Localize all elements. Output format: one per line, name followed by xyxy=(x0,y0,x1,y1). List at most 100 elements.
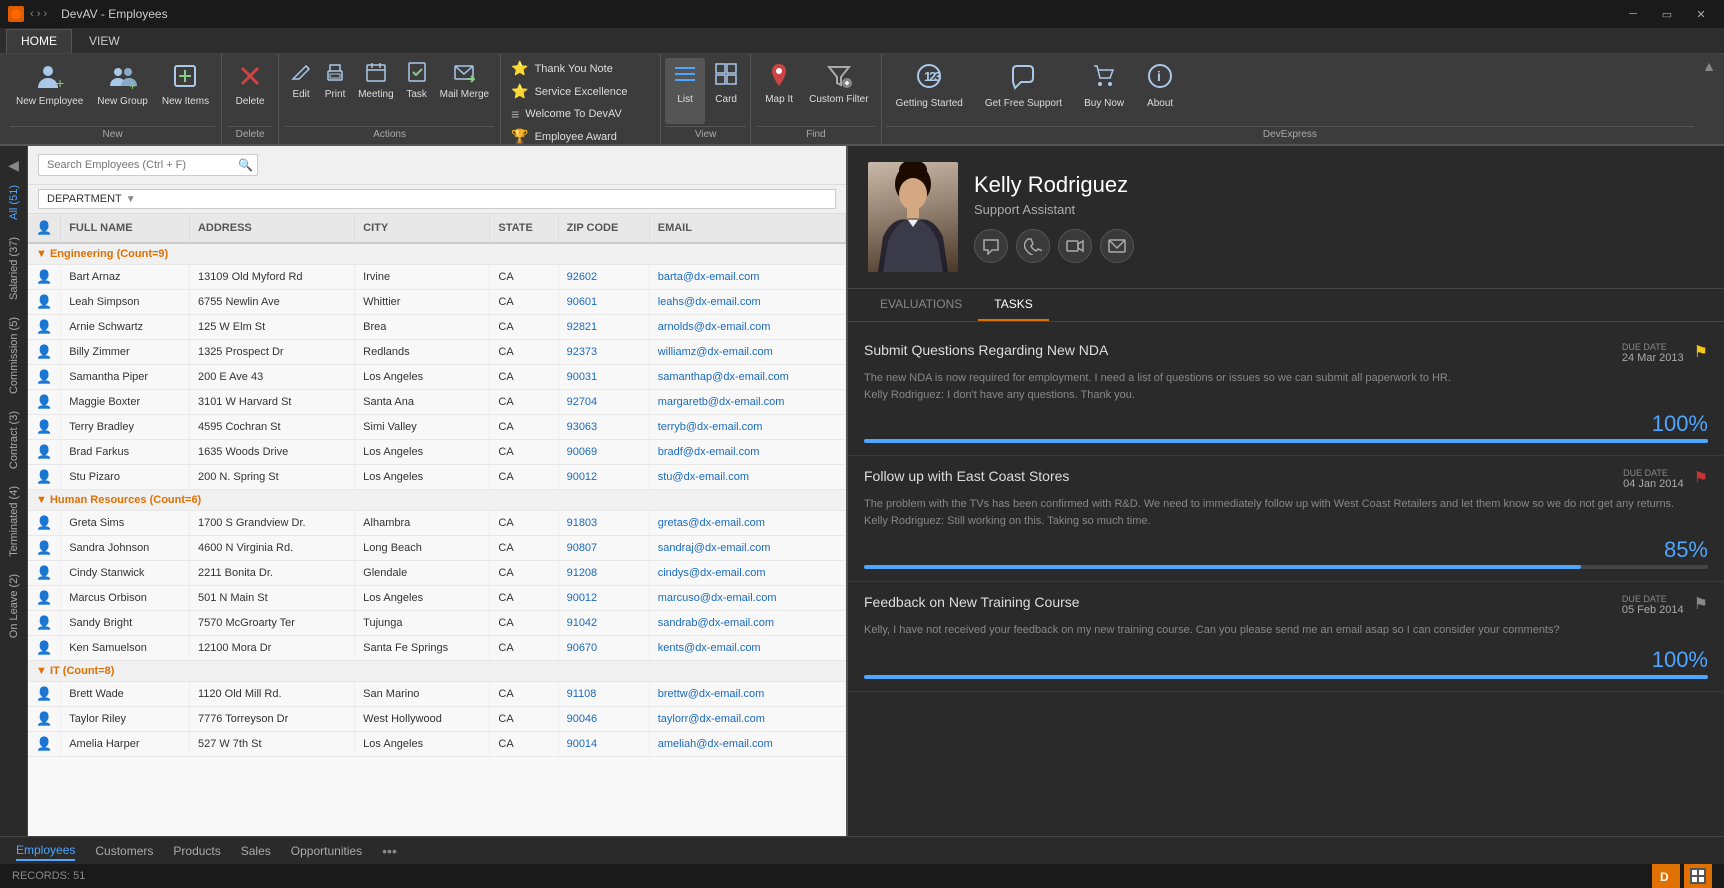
table-row[interactable]: 👤 Taylor Riley 7776 Torreyson Dr West Ho… xyxy=(28,707,846,732)
nav-employees[interactable]: Employees xyxy=(16,841,75,861)
table-row[interactable]: 👤 Arnie Schwartz 125 W Elm St Brea CA 92… xyxy=(28,315,846,340)
email-link[interactable]: sandraj@dx-email.com xyxy=(658,542,771,554)
col-address[interactable]: ADDRESS xyxy=(189,214,354,243)
table-row[interactable]: 👤 Bart Arnaz 13109 Old Myford Rd Irvine … xyxy=(28,265,846,290)
zip-link[interactable]: 90601 xyxy=(567,296,598,308)
email-link[interactable]: ameliah@dx-email.com xyxy=(658,738,773,750)
zip-link[interactable]: 92373 xyxy=(567,346,598,358)
task-button[interactable]: Task xyxy=(401,58,433,103)
table-row[interactable]: 👤 Billy Zimmer 1325 Prospect Dr Redlands… xyxy=(28,340,846,365)
table-row[interactable]: 👤 Terry Bradley 4595 Cochran St Simi Val… xyxy=(28,415,846,440)
search-box[interactable]: 🔍 xyxy=(38,154,258,176)
email-link[interactable]: marcuso@dx-email.com xyxy=(658,592,777,604)
phone-btn[interactable] xyxy=(1016,229,1050,263)
new-items-button[interactable]: New Items xyxy=(156,58,215,109)
email-link[interactable]: bradf@dx-email.com xyxy=(658,446,760,458)
sidebar-item-salaried[interactable]: Salaried (37) xyxy=(4,229,24,308)
meeting-button[interactable]: Meeting xyxy=(353,58,399,103)
table-row[interactable]: 👤 Brett Wade 1120 Old Mill Rd. San Marin… xyxy=(28,682,846,707)
email-link[interactable]: margaretb@dx-email.com xyxy=(658,396,785,408)
email-link[interactable]: leahs@dx-email.com xyxy=(658,296,761,308)
group-expand-icon[interactable]: ▼ xyxy=(36,665,47,677)
zip-link[interactable]: 90031 xyxy=(567,371,598,383)
zip-link[interactable]: 90014 xyxy=(567,738,598,750)
email-link[interactable]: cindys@dx-email.com xyxy=(658,567,766,579)
col-state[interactable]: STATE xyxy=(490,214,558,243)
nav-products[interactable]: Products xyxy=(173,842,220,860)
search-input[interactable] xyxy=(43,155,238,175)
table-row[interactable]: 👤 Sandra Johnson 4600 N Virginia Rd. Lon… xyxy=(28,536,846,561)
tab-home[interactable]: HOME xyxy=(6,29,72,53)
email-link[interactable]: gretas@dx-email.com xyxy=(658,517,765,529)
table-row[interactable]: 👤 Marcus Orbison 501 N Main St Los Angel… xyxy=(28,586,846,611)
email-link[interactable]: brettw@dx-email.com xyxy=(658,688,765,700)
tab-tasks[interactable]: TASKS xyxy=(978,289,1048,321)
email-link[interactable]: taylorr@dx-email.com xyxy=(658,713,765,725)
new-employee-button[interactable]: + New Employee xyxy=(10,58,89,109)
custom-filter-button[interactable]: Custom Filter xyxy=(803,58,874,107)
buy-now-button[interactable]: Buy Now xyxy=(1074,58,1134,124)
sidebar-collapse-btn[interactable]: ◀ xyxy=(3,154,25,176)
zip-link[interactable]: 93063 xyxy=(567,421,598,433)
zip-link[interactable]: 91042 xyxy=(567,617,598,629)
status-icon-1[interactable]: D xyxy=(1652,864,1680,888)
zip-link[interactable]: 90012 xyxy=(567,592,598,604)
close-btn[interactable]: ✕ xyxy=(1686,0,1716,28)
zip-link[interactable]: 92602 xyxy=(567,271,598,283)
nav-opportunities[interactable]: Opportunities xyxy=(291,842,362,860)
ribbon-collapse-btn[interactable]: ▲ xyxy=(1698,54,1720,144)
zip-link[interactable]: 90670 xyxy=(567,642,598,654)
nav-sales[interactable]: Sales xyxy=(241,842,271,860)
table-row[interactable]: 👤 Amelia Harper 527 W 7th St Los Angeles… xyxy=(28,732,846,757)
service-excellence-btn[interactable]: ⭐ Service Excellence xyxy=(507,81,654,102)
sidebar-item-contract[interactable]: Contract (3) xyxy=(4,403,24,477)
email-link[interactable]: barta@dx-email.com xyxy=(658,271,760,283)
col-city[interactable]: CITY xyxy=(355,214,490,243)
table-row[interactable]: 👤 Samantha Piper 200 E Ave 43 Los Angele… xyxy=(28,365,846,390)
video-btn[interactable] xyxy=(1058,229,1092,263)
table-row[interactable]: 👤 Leah Simpson 6755 Newlin Ave Whittier … xyxy=(28,290,846,315)
email-link[interactable]: williamz@dx-email.com xyxy=(658,346,773,358)
nav-more[interactable]: ••• xyxy=(382,843,397,859)
zip-link[interactable]: 90069 xyxy=(567,446,598,458)
zip-link[interactable]: 90046 xyxy=(567,713,598,725)
col-fullname[interactable]: FULL NAME xyxy=(61,214,190,243)
department-selector[interactable]: DEPARTMENT ▼ xyxy=(38,189,836,209)
zip-link[interactable]: 92704 xyxy=(567,396,598,408)
mail-merge-button[interactable]: Mail Merge xyxy=(435,58,494,103)
table-row[interactable]: 👤 Stu Pizaro 200 N. Spring St Los Angele… xyxy=(28,465,846,490)
table-row[interactable]: 👤 Cindy Stanwick 2211 Bonita Dr. Glendal… xyxy=(28,561,846,586)
welcome-btn[interactable]: ≡ Welcome To DevAV xyxy=(507,104,654,124)
nav-customers[interactable]: Customers xyxy=(95,842,153,860)
email-link[interactable]: stu@dx-email.com xyxy=(658,471,749,483)
table-row[interactable]: 👤 Greta Sims 1700 S Grandview Dr. Alhamb… xyxy=(28,511,846,536)
col-zipcode[interactable]: ZIP CODE xyxy=(558,214,649,243)
status-icon-2[interactable] xyxy=(1684,864,1712,888)
group-expand-icon[interactable]: ▼ xyxy=(36,248,47,260)
email-link[interactable]: samanthap@dx-email.com xyxy=(658,371,789,383)
new-group-button[interactable]: + New Group xyxy=(91,58,154,109)
map-it-button[interactable]: Map It xyxy=(757,58,801,107)
table-row[interactable]: 👤 Sandy Bright 7570 McGroarty Ter Tujung… xyxy=(28,611,846,636)
zip-link[interactable]: 90012 xyxy=(567,471,598,483)
email-link[interactable]: sandrab@dx-email.com xyxy=(658,617,774,629)
restore-btn[interactable]: ▭ xyxy=(1652,0,1682,28)
zip-link[interactable]: 91108 xyxy=(567,688,597,700)
group-expand-icon[interactable]: ▼ xyxy=(36,494,47,506)
sidebar-item-terminated[interactable]: Terminated (4) xyxy=(4,478,24,565)
about-button[interactable]: i About xyxy=(1136,58,1184,124)
getting-started-button[interactable]: 1 2 3 Getting Started xyxy=(886,58,973,124)
email-link[interactable]: terryb@dx-email.com xyxy=(658,421,763,433)
tab-view[interactable]: VIEW xyxy=(74,29,135,53)
get-free-support-button[interactable]: Get Free Support xyxy=(975,58,1072,124)
employee-award-btn[interactable]: 🏆 Employee Award xyxy=(507,126,654,147)
email-link[interactable]: arnolds@dx-email.com xyxy=(658,321,771,333)
sidebar-item-commission[interactable]: Commission (5) xyxy=(4,309,24,402)
message-btn[interactable] xyxy=(974,229,1008,263)
email-link[interactable]: kents@dx-email.com xyxy=(658,642,761,654)
col-email[interactable]: EMAIL xyxy=(649,214,845,243)
thank-you-note-btn[interactable]: ⭐ Thank You Note xyxy=(507,58,654,79)
minimize-btn[interactable]: ─ xyxy=(1618,0,1648,28)
table-row[interactable]: 👤 Brad Farkus 1635 Woods Drive Los Angel… xyxy=(28,440,846,465)
zip-link[interactable]: 90807 xyxy=(567,542,598,554)
